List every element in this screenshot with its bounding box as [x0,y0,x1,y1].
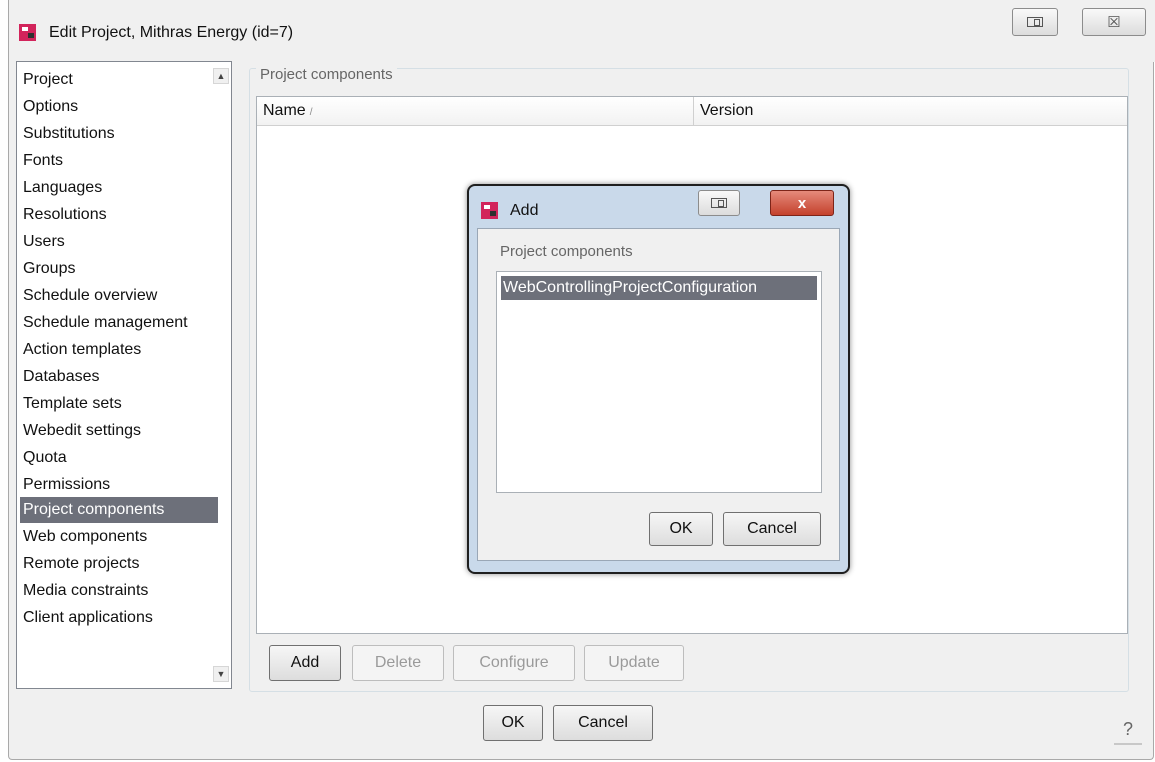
settings-nav-list[interactable]: Project Options Substitutions Fonts Lang… [16,61,232,689]
nav-item-remote-projects[interactable]: Remote projects [20,551,144,577]
nav-item-web-components[interactable]: Web components [20,524,151,550]
close-button[interactable]: ☒ [1082,8,1146,36]
help-icon[interactable]: ? [1114,715,1142,745]
window-titlebar: Edit Project, Mithras Energy (id=7) ☒ [9,0,1155,62]
nav-item-fonts[interactable]: Fonts [20,148,67,174]
group-title: Project components [256,66,397,83]
configure-component-button[interactable]: Configure [453,645,575,681]
nav-item-client-applications[interactable]: Client applications [20,605,157,631]
nav-item-media-constraints[interactable]: Media constraints [20,578,152,604]
dialog-list-label: Project components [500,243,633,260]
nav-item-databases[interactable]: Databases [20,364,104,390]
update-component-button[interactable]: Update [584,645,684,681]
dialog-body: Project components WebControllingProject… [477,228,840,561]
dialog-close-icon: x [797,194,807,212]
dialog-title: Add [510,202,539,219]
scroll-down-icon[interactable]: ▼ [213,666,229,682]
nav-item-schedule-overview[interactable]: Schedule overview [20,283,161,309]
nav-item-options[interactable]: Options [20,94,82,120]
nav-item-schedule-management[interactable]: Schedule management [20,310,192,336]
dialog-cancel-button[interactable]: Cancel [723,512,821,546]
nav-item-resolutions[interactable]: Resolutions [20,202,111,228]
nav-item-webedit-settings[interactable]: Webedit settings [20,418,145,444]
nav-item-quota[interactable]: Quota [20,445,71,471]
list-item-webcontrolling[interactable]: WebControllingProjectConfiguration [501,276,817,300]
dialog-app-logo-icon [481,202,498,219]
dialog-ok-button[interactable]: OK [649,512,713,546]
nav-item-template-sets[interactable]: Template sets [20,391,126,417]
nav-item-project-components[interactable]: Project components [20,497,218,523]
nav-item-substitutions[interactable]: Substitutions [20,121,119,147]
sort-icon: / [309,107,313,118]
column-name-label: Name [263,102,306,119]
components-list[interactable]: WebControllingProjectConfiguration [496,271,822,493]
app-logo-icon [19,24,36,41]
scroll-up-icon[interactable]: ▲ [213,68,229,84]
column-header-name[interactable]: Name / [257,97,693,125]
window-title: Edit Project, Mithras Energy (id=7) [49,24,294,41]
column-header-version[interactable]: Version [694,97,1127,125]
nav-item-groups[interactable]: Groups [20,256,79,282]
add-dialog: Add x Project components WebControllingP… [467,184,850,574]
nav-item-languages[interactable]: Languages [20,175,106,201]
ok-button[interactable]: OK [483,705,543,741]
nav-item-action-templates[interactable]: Action templates [20,337,145,363]
nav-item-project[interactable]: Project [20,67,77,93]
dialog-restore-icon [711,198,727,208]
close-icon: ☒ [1107,14,1121,31]
dialog-restore-button[interactable] [698,190,740,216]
cancel-button[interactable]: Cancel [553,705,653,741]
dialog-close-button[interactable]: x [770,190,834,216]
add-component-button[interactable]: Add [269,645,341,681]
restore-icon [1027,17,1043,27]
nav-item-users[interactable]: Users [20,229,69,255]
delete-component-button[interactable]: Delete [352,645,444,681]
table-header: Name / Version [257,97,1127,126]
nav-item-permissions[interactable]: Permissions [20,472,114,498]
restore-button[interactable] [1012,8,1058,36]
